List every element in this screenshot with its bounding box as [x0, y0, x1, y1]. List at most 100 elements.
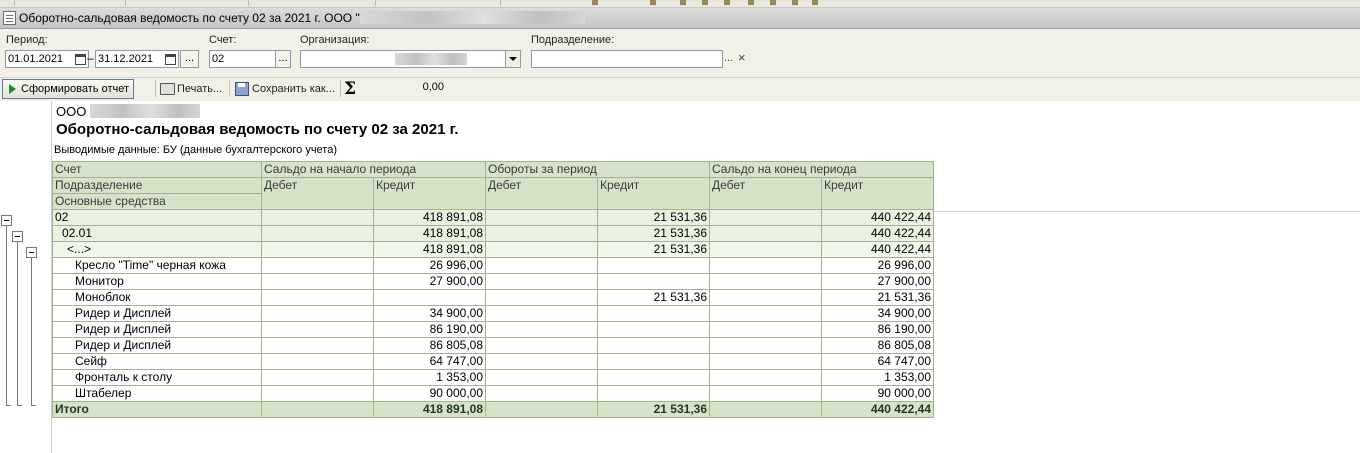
period-to-field[interactable]: 31.12.2021 — [95, 50, 179, 68]
cell-close-credit: 440 422,44 — [821, 209, 934, 226]
save-as-button[interactable]: Сохранить как... — [235, 81, 335, 97]
toolbar-button-icon[interactable] — [650, 0, 656, 5]
cell-turn-debit — [485, 337, 598, 354]
organization-field[interactable] — [300, 50, 507, 68]
header-debit: Дебет — [709, 177, 822, 210]
row-name: Ридер и Дисплей — [52, 321, 262, 338]
group-row[interactable]: 02.01 418 891,08 21 531,36 440 422,44 — [52, 225, 934, 242]
table-row[interactable]: Моноблок 21 531,36 21 531,36 — [52, 289, 934, 306]
account-select-button[interactable]: ... — [275, 50, 291, 68]
toolbar-button-icon[interactable] — [812, 0, 818, 5]
organization-dropdown-button[interactable] — [505, 50, 521, 68]
toolbar-button-icon[interactable] — [724, 0, 730, 5]
division-field[interactable] — [531, 50, 723, 68]
report-area: ООО Оборотно-сальдовая ведомость по счет… — [0, 101, 1360, 453]
total-open-credit: 418 891,08 — [373, 401, 486, 418]
total-close-credit: 440 422,44 — [821, 401, 934, 418]
table-row[interactable]: Монитор 27 900,00 27 900,00 — [52, 273, 934, 290]
toolbar-button-icon[interactable] — [770, 0, 776, 5]
table-row[interactable]: Ридер и Дисплей 34 900,00 34 900,00 — [52, 305, 934, 322]
toolbar-divider — [500, 0, 501, 6]
header-account: Счет — [52, 161, 262, 178]
cell-close-debit — [709, 337, 822, 354]
table-header-row: Счет Сальдо на начало периода Обороты за… — [52, 161, 934, 178]
table-row[interactable]: Фронталь к столу 1 353,00 1 353,00 — [52, 369, 934, 386]
header-opening-balance: Сальдо на начало периода — [261, 161, 486, 178]
group-line — [6, 226, 7, 406]
cell-close-debit — [709, 289, 822, 306]
period-dash: – — [87, 51, 94, 65]
row-name: 02.01 — [52, 225, 262, 242]
table-row[interactable]: Ридер и Дисплей 86 190,00 86 190,00 — [52, 321, 934, 338]
row-name: Моноблок — [52, 289, 262, 306]
table-row[interactable]: Сейф 64 747,00 64 747,00 — [52, 353, 934, 370]
cell-turn-credit — [597, 257, 710, 274]
top-toolbar-strip — [0, 0, 1360, 8]
window-title-text: Оборотно-сальдовая ведомость по счету 02… — [19, 11, 360, 25]
cell-turn-debit — [485, 289, 598, 306]
total-row: Итого 418 891,08 21 531,36 440 422,44 — [52, 401, 934, 418]
header-debit: Дебет — [485, 177, 598, 210]
grouping-gutter — [0, 101, 52, 453]
group-line-end — [31, 405, 36, 406]
cell-turn-debit — [485, 321, 598, 338]
cell-open-debit — [261, 305, 374, 322]
table-row[interactable]: Ридер и Дисплей 86 805,08 86 805,08 — [52, 337, 934, 354]
toolbar-button-icon[interactable] — [792, 0, 798, 5]
header-closing-balance: Сальдо на конец периода — [709, 161, 934, 178]
table-row[interactable]: Кресло "Time" черная кожа 26 996,00 26 996… — [52, 257, 934, 274]
toolbar-button-icon[interactable] — [702, 0, 708, 5]
toolbar-button-icon[interactable] — [748, 0, 754, 5]
calendar-icon[interactable] — [165, 54, 176, 65]
form-report-button[interactable]: Сформировать отчет — [2, 79, 135, 99]
toolbar-button-icon[interactable] — [680, 0, 686, 5]
calendar-icon[interactable] — [75, 54, 86, 65]
osv-table: Счет Сальдо на начало периода Обороты за… — [52, 161, 934, 418]
cell-close-credit: 86 805,08 — [821, 337, 934, 354]
row-name: Ридер и Дисплей — [52, 337, 262, 354]
cell-turn-debit — [485, 353, 598, 370]
sum-value: 0,00 — [422, 81, 444, 93]
cell-open-debit — [261, 209, 374, 226]
group-row[interactable]: <...> 418 891,08 21 531,36 440 422,44 — [52, 241, 934, 258]
header-division: Подразделение — [52, 177, 262, 194]
cell-open-debit — [261, 225, 374, 242]
cell-turn-debit — [485, 385, 598, 402]
collapse-group-icon[interactable] — [12, 231, 23, 242]
cell-open-credit: 418 891,08 — [373, 241, 486, 258]
cell-open-credit: 64 747,00 — [373, 353, 486, 370]
account-label: Счет: — [209, 34, 237, 46]
row-name: Фронталь к столу — [52, 369, 262, 386]
division-clear-button[interactable]: × — [738, 50, 746, 65]
redacted-org-name — [395, 53, 467, 65]
redacted-org-name — [359, 11, 585, 24]
header-credit: Кредит — [597, 177, 710, 210]
division-select-button[interactable]: ... — [724, 52, 733, 64]
total-turn-credit: 21 531,36 — [597, 401, 710, 418]
cell-close-credit: 90 000,00 — [821, 385, 934, 402]
header-credit: Кредит — [373, 177, 486, 210]
row-name: Кресло "Time" черная кожа — [52, 257, 262, 274]
toolbar-separator — [229, 80, 230, 97]
cell-turn-credit — [597, 273, 710, 290]
toolbar-button-icon[interactable] — [592, 0, 598, 5]
account-field[interactable]: 02 — [209, 50, 276, 68]
period-select-button[interactable]: ... — [180, 50, 199, 68]
collapse-group-icon[interactable] — [1, 215, 12, 226]
cell-open-credit: 34 900,00 — [373, 305, 486, 322]
cell-turn-debit — [485, 273, 598, 290]
period-label: Период: — [6, 34, 48, 46]
collapse-group-icon[interactable] — [26, 247, 37, 258]
print-button[interactable]: Печать... — [160, 81, 222, 97]
period-from-field[interactable]: 01.01.2021 — [5, 50, 89, 68]
cell-open-credit: 1 353,00 — [373, 369, 486, 386]
cell-open-debit — [261, 257, 374, 274]
cell-close-credit: 1 353,00 — [821, 369, 934, 386]
table-row[interactable]: Штабелер 90 000,00 90 000,00 — [52, 385, 934, 402]
cell-turn-credit — [597, 353, 710, 370]
toolbar-divider — [14, 0, 15, 6]
row-name: Штабелер — [52, 385, 262, 402]
cell-turn-debit — [485, 257, 598, 274]
group-row[interactable]: 02 418 891,08 21 531,36 440 422,44 — [52, 209, 934, 226]
toolbar-separator — [155, 80, 156, 97]
